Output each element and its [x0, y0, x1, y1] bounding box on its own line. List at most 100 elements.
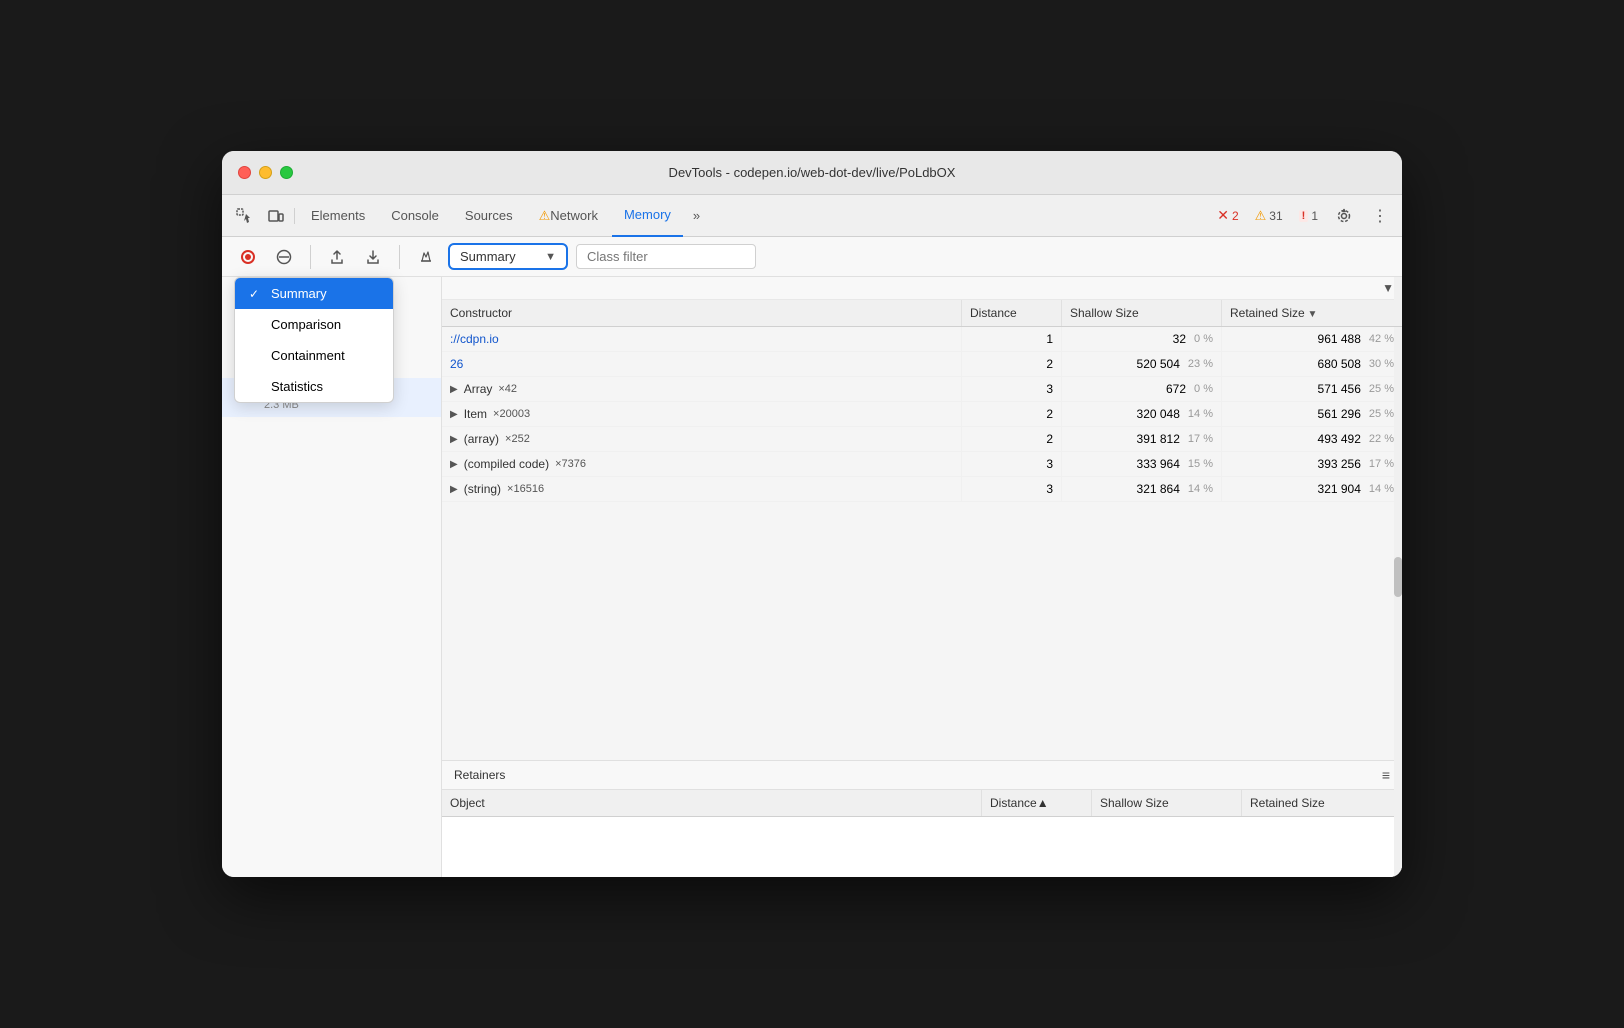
retainers-col-shallow: Shallow Size — [1092, 790, 1242, 816]
table-header: Constructor Distance Shallow Size Retain… — [442, 300, 1402, 327]
row-1-constructor: 26 — [442, 352, 962, 376]
row-3-distance: 2 — [962, 402, 1062, 426]
row-6-constructor: ▶ (string) ×16516 — [442, 477, 962, 501]
table-row[interactable]: ▶ (string) ×16516 3 321 864 14 % 321 904… — [442, 477, 1402, 502]
maximize-button[interactable] — [280, 166, 293, 179]
network-warning-icon: ⚠ — [539, 208, 551, 224]
scrollbar-thumb[interactable] — [1394, 557, 1402, 597]
row-4-retained: 493 492 22 % — [1222, 427, 1402, 451]
expand-icon[interactable]: ▶ — [450, 484, 458, 495]
secondary-toolbar: Summary ▼ ✓ Summary Comparison Containme… — [222, 237, 1402, 277]
row-2-constructor: ▶ Array ×42 — [442, 377, 962, 401]
tab-sources[interactable]: Sources — [453, 195, 525, 237]
row-0-shallow: 32 0 % — [1062, 327, 1222, 351]
tab-elements[interactable]: Elements — [299, 195, 377, 237]
retainers-col-distance[interactable]: Distance▲ — [982, 790, 1092, 816]
heap-table: Constructor Distance Shallow Size Retain… — [442, 300, 1402, 760]
row-4-distance: 2 — [962, 427, 1062, 451]
more-options-icon[interactable]: ⋮ — [1366, 202, 1394, 230]
row-6-count: ×16516 — [507, 483, 544, 495]
expand-icon[interactable]: ▶ — [450, 459, 458, 470]
row-2-distance: 3 — [962, 377, 1062, 401]
table-row[interactable]: ▶ (array) ×252 2 391 812 17 % 493 492 22… — [442, 427, 1402, 452]
error-icon: ✕ — [1217, 207, 1229, 224]
error-count-badge[interactable]: ✕ 2 — [1213, 205, 1242, 226]
dropdown-option-containment[interactable]: Containment — [235, 340, 393, 371]
row-5-constructor: ▶ (compiled code) ×7376 — [442, 452, 962, 476]
record-button[interactable] — [234, 243, 262, 271]
titlebar: DevTools - codepen.io/web-dot-dev/live/P… — [222, 151, 1402, 195]
retainers-table-header: Object Distance▲ Shallow Size Retained S… — [442, 790, 1402, 817]
minimize-button[interactable] — [259, 166, 272, 179]
table-row[interactable]: 26 2 520 504 23 % 680 508 30 % — [442, 352, 1402, 377]
toolbar-right-section: ✕ 2 ⚠ 31 ! 1 ⋮ — [1213, 202, 1394, 230]
devtools-icons — [230, 202, 290, 230]
expand-icon[interactable]: ▶ — [450, 434, 458, 445]
row-1-shallow: 520 504 23 % — [1062, 352, 1222, 376]
device-toggle-icon[interactable] — [262, 202, 290, 230]
toolbar-separator-3 — [399, 245, 400, 269]
col-header-distance: Distance — [962, 300, 1062, 326]
retainers-body — [442, 817, 1402, 877]
row-0-distance: 1 — [962, 327, 1062, 351]
expand-icon[interactable]: ▶ — [450, 409, 458, 420]
retainers-header: Retainers ≡ — [442, 761, 1402, 790]
tab-console[interactable]: Console — [379, 195, 451, 237]
warning-count-badge[interactable]: ⚠ 31 — [1251, 206, 1287, 226]
row-5-count: ×7376 — [555, 458, 586, 470]
summary-dropdown[interactable]: Summary ▼ — [448, 243, 568, 270]
expand-icon[interactable]: ▶ — [450, 384, 458, 395]
clear-button[interactable] — [270, 243, 298, 271]
inspect-icon[interactable] — [230, 202, 258, 230]
row-5-shallow: 333 964 15 % — [1062, 452, 1222, 476]
class-filter-input[interactable] — [576, 244, 756, 269]
main-content: Profiles HEAP SNAPSHOTS Snapshot 1 1.5 M… — [222, 277, 1402, 877]
more-tabs-button[interactable]: » — [685, 195, 708, 237]
scrollbar[interactable] — [1394, 277, 1402, 877]
summary-dropdown-menu: ✓ Summary Comparison Containment Statist… — [234, 277, 394, 403]
retainers-section: Retainers ≡ Object Distance▲ Shallow Siz… — [442, 760, 1402, 877]
dropdown-option-comparison[interactable]: Comparison — [235, 309, 393, 340]
info-count-badge[interactable]: ! 1 — [1295, 207, 1322, 225]
toolbar-separator-1 — [294, 208, 295, 224]
table-row[interactable]: ▶ (compiled code) ×7376 3 333 964 15 % 3… — [442, 452, 1402, 477]
sweep-button[interactable] — [412, 243, 440, 271]
settings-icon[interactable] — [1330, 202, 1358, 230]
row-1-name: 26 — [450, 357, 463, 371]
row-4-name: (array) — [464, 432, 499, 446]
row-5-retained: 393 256 17 % — [1222, 452, 1402, 476]
row-4-count: ×252 — [505, 433, 530, 445]
row-3-name: Item — [464, 407, 487, 421]
row-3-count: ×20003 — [493, 408, 530, 420]
row-3-shallow: 320 048 14 % — [1062, 402, 1222, 426]
row-2-shallow: 672 0 % — [1062, 377, 1222, 401]
col-header-constructor: Constructor — [442, 300, 962, 326]
dropdown-option-summary[interactable]: ✓ Summary — [235, 278, 393, 309]
row-0-name: ://cdpn.io — [450, 332, 499, 346]
table-row[interactable]: ://cdpn.io 1 32 0 % 961 488 42 % — [442, 327, 1402, 352]
data-panel: ▼ Constructor Distance Shallow Size Reta… — [442, 277, 1402, 877]
col-header-retained[interactable]: Retained Size — [1222, 300, 1402, 326]
view-selector-row: ▼ — [442, 277, 1402, 300]
upload-button[interactable] — [323, 243, 351, 271]
row-2-count: ×42 — [498, 383, 517, 395]
tab-memory[interactable]: Memory — [612, 195, 683, 237]
row-2-retained: 571 456 25 % — [1222, 377, 1402, 401]
main-toolbar: Elements Console Sources ⚠ Network Memor… — [222, 195, 1402, 237]
table-row[interactable]: ▶ Array ×42 3 672 0 % 571 456 25 % — [442, 377, 1402, 402]
row-4-shallow: 391 812 17 % — [1062, 427, 1222, 451]
retainers-col-retained: Retained Size — [1242, 790, 1402, 816]
devtools-window: DevTools - codepen.io/web-dot-dev/live/P… — [222, 151, 1402, 877]
check-icon: ✓ — [249, 287, 263, 301]
close-button[interactable] — [238, 166, 251, 179]
toolbar-separator-2 — [310, 245, 311, 269]
row-0-constructor: ://cdpn.io — [442, 327, 962, 351]
view-dropdown-arrow[interactable]: ▼ — [1382, 281, 1394, 295]
row-4-constructor: ▶ (array) ×252 — [442, 427, 962, 451]
download-button[interactable] — [359, 243, 387, 271]
retainers-menu-icon[interactable]: ≡ — [1382, 767, 1390, 783]
info-icon: ! — [1299, 210, 1309, 222]
dropdown-option-statistics[interactable]: Statistics — [235, 371, 393, 402]
table-row[interactable]: ▶ Item ×20003 2 320 048 14 % 561 296 25 … — [442, 402, 1402, 427]
tab-network[interactable]: ⚠ Network — [527, 195, 610, 237]
